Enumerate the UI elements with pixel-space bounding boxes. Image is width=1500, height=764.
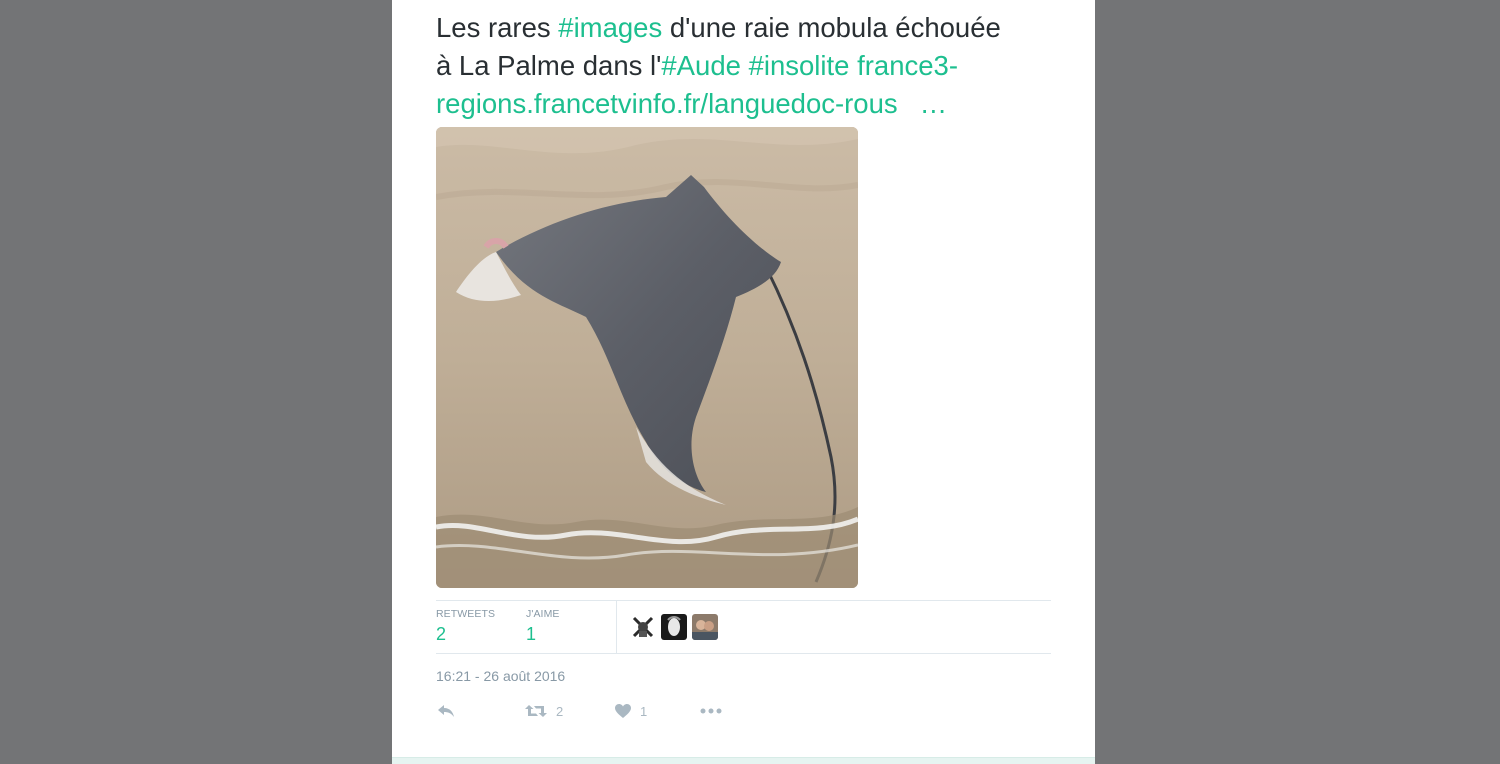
- url-ellipsis: …: [919, 88, 948, 119]
- hashtag-insolite-link[interactable]: #insolite: [749, 50, 850, 81]
- text-segment: à La Palme dans l': [436, 50, 662, 81]
- more-icon: [700, 703, 722, 719]
- tweet-card: Les rares #images d'une raie mobula écho…: [392, 0, 1095, 764]
- likes-stat[interactable]: J'AIME 1: [526, 608, 560, 645]
- avatar-1[interactable]: [630, 614, 656, 640]
- tweet-text-line-3: regions.francetvinfo.fr/languedoc-rous …: [436, 85, 1076, 123]
- retweet-count: 2: [556, 703, 564, 719]
- engager-avatars: [630, 614, 718, 640]
- hashtag-images-link[interactable]: #images: [558, 12, 662, 43]
- avatar-2[interactable]: [661, 614, 687, 640]
- tweet-text-line-2: à La Palme dans l'#Aude #insolite france…: [436, 47, 1076, 85]
- tweet-text-line-1: Les rares #images d'une raie mobula écho…: [436, 9, 1076, 47]
- tweet-timestamp[interactable]: 16:21 - 26 août 2016: [436, 668, 565, 684]
- retweets-label: RETWEETS: [436, 608, 496, 620]
- tweet-stats: RETWEETS 2 J'AIME 1: [436, 600, 1051, 654]
- retweets-count: 2: [436, 624, 447, 644]
- retweet-button[interactable]: 2: [524, 703, 563, 719]
- reply-button[interactable]: [436, 703, 456, 719]
- tweet-actions: 2 1: [436, 700, 756, 726]
- more-button[interactable]: [700, 703, 722, 719]
- text-segment: [741, 50, 749, 81]
- hashtag-aude-link[interactable]: #Aude: [661, 50, 741, 81]
- url-link-start[interactable]: france3-: [857, 50, 958, 81]
- likes-label: J'AIME: [526, 608, 560, 620]
- like-count: 1: [640, 703, 648, 719]
- text-segment: [849, 50, 857, 81]
- reply-icon: [436, 703, 456, 719]
- avatar-3[interactable]: [692, 614, 718, 640]
- mobula-ray-photo: [436, 127, 858, 588]
- heart-icon: [614, 703, 632, 719]
- url-link[interactable]: regions.francetvinfo.fr/languedoc-rous: [436, 88, 898, 119]
- like-button[interactable]: 1: [614, 703, 647, 719]
- card-bottom-strip: [392, 757, 1095, 764]
- stats-divider: [616, 601, 617, 653]
- tweet-photo[interactable]: [436, 127, 858, 588]
- tweet-text: Les rares #images d'une raie mobula écho…: [436, 9, 1076, 123]
- text-segment: d'une raie mobula échouée: [662, 12, 1001, 43]
- retweets-stat[interactable]: RETWEETS 2: [436, 608, 495, 645]
- likes-count: 1: [526, 624, 537, 644]
- retweet-icon: [524, 703, 548, 719]
- text-segment: Les rares: [436, 12, 559, 43]
